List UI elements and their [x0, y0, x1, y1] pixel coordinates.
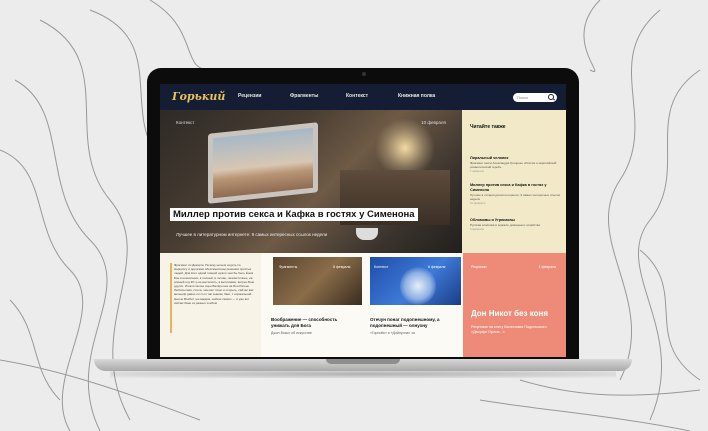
camera-icon: [362, 72, 366, 76]
card-tag[interactable]: Рецензии: [471, 265, 487, 269]
hero-laptop-image: [208, 122, 318, 204]
quote-accent-bar: [170, 263, 172, 333]
card-date: 1 февраля: [538, 265, 556, 269]
laptop-shadow: [110, 370, 616, 378]
laptop-screen: Горький Рецензии Фрагменты Контекст Книж…: [160, 84, 566, 357]
review-card[interactable]: Рецензии 1 февраля Дон Никот без коня Ре…: [463, 253, 566, 357]
search-icon[interactable]: [548, 94, 554, 100]
article-card[interactable]: Контекст 6 февраля Отечун понаг подопнеш…: [362, 253, 463, 357]
hero-title[interactable]: Миллер против секса и Кафка в гостях у С…: [170, 208, 418, 221]
nav-bookshelf[interactable]: Книжная полка: [398, 93, 435, 99]
hero-cup-image: [356, 228, 378, 240]
search-placeholder: Поиск: [517, 95, 529, 100]
nav-context[interactable]: Контекст: [346, 93, 368, 99]
card-date: 8 февраля: [333, 265, 351, 269]
card-title[interactable]: Воображение — способность унижать для Бо…: [271, 317, 357, 329]
card-title[interactable]: Отечун понаг подопнешному, а подопнешный…: [370, 317, 458, 329]
sidebar-related: Читайте также Лиральный человек Фрагмент…: [462, 110, 566, 253]
sidebar-item[interactable]: Обломовы и Угрюмовы Русская классика в з…: [470, 218, 560, 231]
hero-lamp-image: [375, 118, 435, 178]
hero-date: 10 февраля: [421, 120, 446, 125]
sidebar-item[interactable]: Миллер против секса и Кафка в гостях у С…: [470, 183, 560, 205]
card-date: 6 февраля: [428, 265, 446, 269]
site-header: Горький Рецензии Фрагменты Контекст Книж…: [160, 84, 566, 110]
article-card[interactable]: Фрагменты 8 февраля Воображение — способ…: [261, 253, 362, 357]
nav-reviews[interactable]: Рецензии: [238, 93, 262, 99]
sidebar-heading: Читайте также: [470, 124, 506, 130]
card-title[interactable]: Дон Никот без коня: [471, 309, 548, 318]
hero-article[interactable]: Контекст 10 февраля Миллер против секса …: [160, 110, 462, 253]
laptop-notch: [326, 359, 400, 364]
card-tag[interactable]: Фрагменты: [279, 265, 297, 269]
quote-text: Фрагмент из Декарта. Почему нельзя ходит…: [174, 263, 254, 305]
search-input[interactable]: Поиск: [513, 93, 557, 102]
card-desc: «Гориойк» и «Дойнуопа» за: [370, 331, 415, 335]
card-tag[interactable]: Контекст: [374, 265, 388, 269]
hero-subtitle: Лучшее в литературном интернете: 9 самых…: [176, 232, 328, 237]
photo-frame: Горький Рецензии Фрагменты Контекст Книж…: [0, 0, 708, 431]
card-desc: Рецензия на книгу Вячеслава Подольского …: [471, 325, 547, 334]
sidebar-item[interactable]: Лиральный человек Фрагмент книги Алексан…: [470, 156, 560, 173]
quote-card[interactable]: Фрагмент из Декарта. Почему нельзя ходит…: [160, 253, 261, 357]
nav-fragments[interactable]: Фрагменты: [290, 93, 318, 99]
site-logo[interactable]: Горький: [172, 90, 225, 103]
card-desc: Джон Вокыг об искусстве: [271, 331, 312, 335]
hero-tag[interactable]: Контекст: [176, 120, 194, 125]
